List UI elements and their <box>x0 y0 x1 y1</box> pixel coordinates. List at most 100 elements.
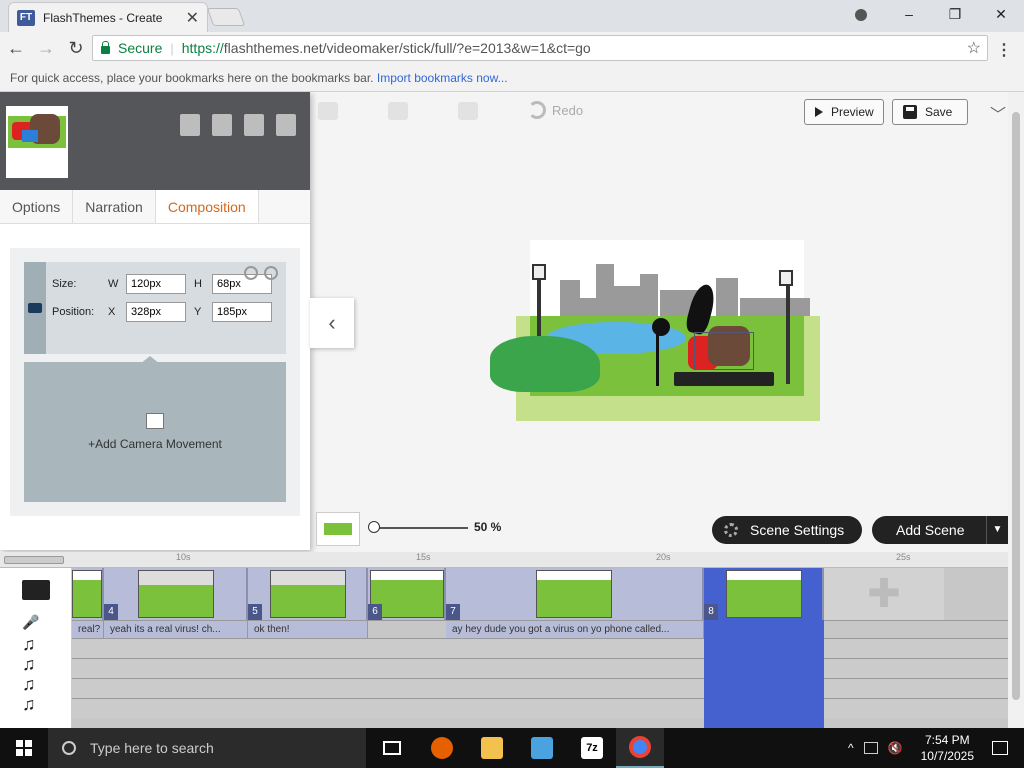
film-icon <box>22 580 50 600</box>
scene-clip[interactable]: 4 <box>104 568 248 620</box>
width-field[interactable] <box>126 274 186 294</box>
zoom-slider-handle[interactable] <box>368 521 380 533</box>
preview-button[interactable]: Preview <box>804 99 884 125</box>
scene-clip[interactable]: 5 <box>248 568 368 620</box>
music-track[interactable] <box>72 678 1008 698</box>
add-scene-dropdown-icon[interactable]: ▼ <box>986 516 1008 544</box>
gear-icon[interactable] <box>244 266 258 280</box>
narration-clip[interactable]: real? <box>72 621 104 639</box>
close-window-button[interactable]: ✕ <box>978 0 1024 28</box>
bookmarks-bar: For quick access, place your bookmarks h… <box>0 64 1024 92</box>
bookmark-star-icon[interactable]: ☆ <box>967 38 981 58</box>
y-field[interactable] <box>212 302 272 322</box>
thumbnail-image <box>8 108 66 148</box>
url-input[interactable]: Secure | https://flashthemes.net/videoma… <box>92 35 988 61</box>
minimize-button[interactable]: – <box>886 0 932 28</box>
chevron-up-icon[interactable]: ^ <box>848 741 854 755</box>
music-track[interactable] <box>72 638 1008 658</box>
volume-muted-icon[interactable]: 🔇 <box>888 741 903 755</box>
window-controls: – ❐ ✕ <box>854 0 1024 28</box>
camera-selection-box[interactable] <box>694 332 754 370</box>
scene-mini-thumbnail[interactable] <box>316 512 360 546</box>
notifications-icon[interactable] <box>992 741 1008 755</box>
new-tab-button[interactable] <box>206 8 246 26</box>
browser-menu-icon[interactable]: ⋮ <box>996 40 1012 60</box>
forward-icon[interactable]: → <box>32 38 60 59</box>
narration-clip[interactable]: yeah its a real virus! ch... <box>104 621 248 639</box>
tab-options[interactable]: Options <box>0 190 74 223</box>
app-icon[interactable] <box>518 728 566 768</box>
w-label: W <box>108 278 119 290</box>
add-camera-label: +Add Camera Movement <box>88 437 222 451</box>
music-track[interactable] <box>72 658 1008 678</box>
zoom-icon[interactable] <box>264 266 278 280</box>
search-placeholder: Type here to search <box>90 740 214 756</box>
back-icon[interactable]: ← <box>2 38 30 59</box>
play-scene-icon[interactable] <box>180 114 200 136</box>
clip-thumbnail <box>138 570 214 618</box>
scene-clip-selected[interactable]: 8 <box>704 568 824 620</box>
ruler-handle[interactable] <box>4 556 64 564</box>
maximize-button[interactable]: ❐ <box>932 0 978 28</box>
scene-clip[interactable]: 7 <box>446 568 704 620</box>
narration-clip[interactable]: ok then! <box>248 621 368 639</box>
taskbar-search[interactable]: Type here to search <box>48 728 366 768</box>
zoom-slider[interactable] <box>372 527 468 529</box>
reload-icon[interactable]: ↻ <box>62 38 90 59</box>
track-icons: 🎤 ♫ ♫ ♫ ♫ <box>0 568 72 728</box>
start-button[interactable] <box>0 728 48 768</box>
building <box>640 274 658 316</box>
tab-narration[interactable]: Narration <box>73 190 156 223</box>
omnibox-divider: | <box>170 40 174 56</box>
building <box>596 264 614 316</box>
swap-scene-icon[interactable] <box>244 114 264 136</box>
scene-settings-button[interactable]: Scene Settings <box>712 516 862 544</box>
vertical-scrollbar[interactable] <box>1008 92 1024 728</box>
file-explorer-icon[interactable] <box>468 728 516 768</box>
narration-clip[interactable]: ay hey dude you got a virus on yo phone … <box>446 621 704 639</box>
address-bar-row: ← → ↻ Secure | https://flashthemes.net/v… <box>0 32 1024 64</box>
save-button[interactable]: Save <box>892 99 968 125</box>
copy-tool-icon[interactable] <box>318 102 338 120</box>
chevron-down-icon[interactable]: ﹀ <box>990 101 1006 125</box>
search-icon <box>62 741 76 755</box>
tab-close-icon[interactable]: ✕ <box>186 8 199 28</box>
redo-icon <box>528 101 546 119</box>
redo-button[interactable]: Redo <box>528 101 583 119</box>
x-field[interactable] <box>126 302 186 322</box>
paste-tool-icon[interactable] <box>388 102 408 120</box>
scene-thumbnail[interactable] <box>6 106 68 178</box>
ruler-mark: 15s <box>416 552 431 562</box>
scene-clip[interactable] <box>72 568 104 620</box>
scene-clip[interactable]: 6 <box>368 568 446 620</box>
add-scene-placeholder[interactable]: ✚ <box>824 568 944 620</box>
add-camera-movement-button[interactable]: +Add Camera Movement <box>24 356 286 502</box>
task-view-icon[interactable] <box>368 728 416 768</box>
undo-tool-icon[interactable] <box>458 102 478 120</box>
copy-scene-icon[interactable] <box>212 114 232 136</box>
camera-fields: Size: W H Position: X Y <box>46 262 286 354</box>
import-bookmarks-link[interactable]: Import bookmarks now... <box>377 71 508 85</box>
chrome-icon[interactable] <box>616 728 664 768</box>
network-icon[interactable] <box>863 742 878 754</box>
browser-tab[interactable]: FT FlashThemes - Create ✕ <box>8 2 208 32</box>
stick-figure[interactable] <box>656 320 674 386</box>
account-icon[interactable] <box>854 0 868 28</box>
firefox-icon[interactable] <box>418 728 466 768</box>
tab-composition[interactable]: Composition <box>155 190 259 223</box>
collapse-panel-button[interactable]: ‹ <box>310 298 354 348</box>
street-lamp <box>786 280 790 384</box>
scene-settings-label: Scene Settings <box>750 522 845 538</box>
scrollbar-thumb[interactable] <box>1012 112 1020 700</box>
camera-strip <box>24 262 46 354</box>
trash-icon[interactable] <box>276 114 296 136</box>
building <box>614 286 640 316</box>
scene-stage[interactable] <box>490 240 820 422</box>
7zip-icon[interactable]: 7z <box>568 728 616 768</box>
music-track[interactable] <box>72 698 1008 718</box>
scene-number: 4 <box>104 604 118 620</box>
x-label: X <box>108 306 116 318</box>
clock[interactable]: 7:54 PM 10/7/2025 <box>921 732 974 764</box>
url-path: flashthemes.net/videomaker/stick/full/?e… <box>223 40 591 56</box>
composition-pane: Size: W H Position: X Y <box>0 238 310 550</box>
